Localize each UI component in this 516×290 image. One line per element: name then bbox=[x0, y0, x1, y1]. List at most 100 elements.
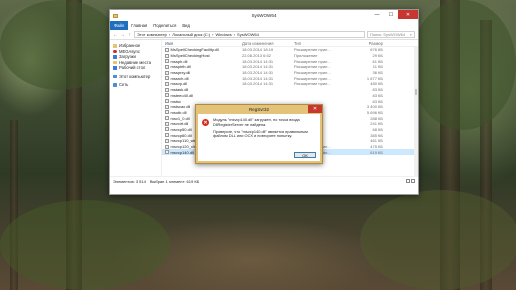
file-icon bbox=[165, 138, 169, 143]
file-name-text: mssvp.dll bbox=[170, 81, 188, 87]
file-icon bbox=[165, 53, 169, 58]
forward-arrow-icon[interactable]: → bbox=[120, 32, 125, 38]
star-icon bbox=[113, 44, 117, 48]
file-icon bbox=[165, 150, 169, 155]
tab-home[interactable]: Главная bbox=[128, 23, 150, 28]
close-button[interactable]: ✕ bbox=[398, 10, 418, 19]
address-bar: ← → ↑ Этот компьютер › Локальный диск (C… bbox=[110, 30, 418, 40]
file-name-text: msvcp140.dll bbox=[170, 149, 194, 155]
file-icon bbox=[165, 99, 169, 104]
breadcrumb-item[interactable]: SysWOW64 bbox=[237, 32, 259, 37]
search-input[interactable]: Поиск: SysWOW64 ⌕ bbox=[367, 31, 415, 38]
file-name: mssrch.dll bbox=[162, 76, 242, 81]
file-row[interactable]: MsSpellCheckingFacility.dll 18.03.2014 18… bbox=[162, 47, 418, 53]
file-name-text: mstsc bbox=[170, 98, 181, 104]
file-date: 18.03.2014 14:31 bbox=[242, 64, 274, 70]
recent-places-icon bbox=[113, 60, 117, 64]
up-arrow-icon[interactable]: ↑ bbox=[127, 32, 132, 38]
minimize-button[interactable]: — bbox=[370, 10, 384, 19]
ribbon-tabs: Файл Главная Поделиться Вид bbox=[110, 21, 418, 30]
file-icon bbox=[165, 110, 169, 115]
file-name-text: mssprxy.dll bbox=[170, 70, 191, 76]
dialog-body: ✕ Модуль "msvcp140.dll" загружен, но точ… bbox=[198, 114, 320, 161]
file-row[interactable]: mssphtb.dll 18.03.2014 14:31 Расширение пр… bbox=[162, 64, 418, 70]
breadcrumb-item[interactable]: Windows bbox=[215, 32, 231, 37]
title-bar[interactable]: SysWOW64 — ☐ ✕ bbox=[110, 10, 418, 21]
column-header-date[interactable]: Дата изменения bbox=[242, 41, 294, 46]
file-type: Расширение прил... bbox=[294, 70, 331, 76]
file-icon bbox=[165, 144, 169, 149]
file-size: 461 КБ bbox=[370, 138, 383, 144]
column-header-size[interactable]: Размер bbox=[344, 41, 386, 46]
file-size: 5 696 КБ bbox=[366, 109, 383, 115]
file-size: 83 КБ bbox=[372, 92, 383, 98]
file-name-text: mssph.dll bbox=[170, 58, 188, 64]
column-header-type[interactable]: Тип bbox=[294, 41, 344, 46]
file-row[interactable]: mssvp.dll 18.03.2014 14:31 Расширение прил… bbox=[162, 81, 418, 87]
breadcrumb[interactable]: Этот компьютер › Локальный диск (C:) › W… bbox=[134, 31, 365, 38]
dialog-close-button[interactable]: ✕ bbox=[308, 105, 322, 113]
file-date: 18.03.2014 14:31 bbox=[242, 81, 274, 87]
file-icon bbox=[165, 81, 169, 86]
file-size: 29 КБ bbox=[372, 53, 383, 59]
explorer-window: SysWOW64 — ☐ ✕ Файл Главная Поделиться В… bbox=[109, 9, 419, 195]
selection-info: Выбран 1 элемент: 619 КБ bbox=[149, 178, 200, 184]
nav-item-network[interactable]: Сеть bbox=[110, 82, 161, 88]
tab-file[interactable]: Файл bbox=[110, 21, 129, 30]
breadcrumb-separator: › bbox=[233, 32, 236, 37]
tab-view[interactable]: Вид bbox=[179, 23, 193, 28]
file-date: 18.03.2014 14:31 bbox=[242, 70, 274, 76]
file-icon bbox=[165, 104, 169, 109]
file-size: 288 КБ bbox=[370, 115, 383, 121]
status-bar: Элементов: 3 514 Выбран 1 элемент: 619 К… bbox=[110, 176, 418, 185]
item-count: Элементов: 3 514 bbox=[113, 178, 146, 184]
maximize-button[interactable]: ☐ bbox=[384, 10, 398, 19]
nav-item-label: Избранное bbox=[119, 43, 141, 49]
file-date: 18.03.2014 14:31 bbox=[242, 75, 274, 81]
file-name: MsSpellCheckingFacility.dll bbox=[162, 47, 242, 52]
file-icon bbox=[165, 133, 169, 138]
file-name-text: mstscax.dll bbox=[170, 104, 191, 110]
file-name: mssphtb.dll bbox=[162, 64, 242, 69]
file-size: 241 КБ bbox=[370, 121, 383, 127]
navigation-pane: Избранное MEGAsync Загрузки Недавние мес… bbox=[110, 40, 162, 176]
file-size: 63 КБ bbox=[372, 98, 383, 104]
column-header-name[interactable]: Имя bbox=[162, 41, 242, 46]
file-date: 18.03.2014 18:19 bbox=[242, 47, 274, 53]
breadcrumb-item[interactable]: Этот компьютер bbox=[137, 32, 167, 37]
file-size: 676 КБ bbox=[370, 47, 383, 53]
file-name-text: msv1_0.dll bbox=[170, 115, 190, 121]
column-headers: Имя Дата изменения Тип Размер bbox=[162, 40, 418, 47]
file-name-text: msvcirt.dll bbox=[170, 121, 189, 127]
file-row[interactable]: mssph.dll 18.03.2014 14:31 Расширение прил… bbox=[162, 58, 418, 64]
file-row[interactable]: mssprxy.dll 18.03.2014 14:31 Расширение пр… bbox=[162, 70, 418, 76]
file-size: 83 КБ bbox=[372, 87, 383, 93]
regsvr32-dialog: RegSvr32 ✕ ✕ Модуль "msvcp140.dll" загру… bbox=[195, 104, 323, 164]
file-name-text: mssrch.dll bbox=[170, 75, 189, 81]
file-icon bbox=[165, 93, 169, 98]
file-type: Расширение прил... bbox=[294, 75, 331, 81]
scrollbar-thumb[interactable] bbox=[414, 89, 418, 95]
file-name: mssph.dll bbox=[162, 59, 242, 64]
file-row[interactable]: mssrch.dll 18.03.2014 14:31 Расширение при… bbox=[162, 75, 418, 81]
breadcrumb-separator: › bbox=[212, 32, 214, 37]
file-name: MsSpellCheckingHost bbox=[162, 53, 242, 58]
tab-share[interactable]: Поделиться bbox=[150, 23, 179, 28]
file-name-text: msutb.dll bbox=[170, 109, 187, 115]
file-size: 475 КБ bbox=[370, 144, 383, 150]
dialog-title-bar[interactable]: RegSvr32 ✕ bbox=[196, 105, 322, 114]
file-name-text: msteeo40.dll bbox=[170, 92, 194, 98]
large-icons-view-icon[interactable] bbox=[411, 179, 415, 183]
back-arrow-icon[interactable]: ← bbox=[113, 32, 118, 38]
file-name: mstask.dll bbox=[162, 87, 242, 92]
file-icon bbox=[165, 47, 169, 52]
ok-button[interactable]: ОК bbox=[294, 152, 316, 158]
file-type: Расширение прил... bbox=[294, 81, 331, 87]
file-row[interactable]: MsSpellCheckingHost 22.08.2013 6:52 Прилож… bbox=[162, 53, 418, 59]
file-size: 11 КБ bbox=[372, 64, 383, 70]
details-view-icon[interactable] bbox=[406, 179, 410, 183]
file-type: Приложение bbox=[294, 53, 318, 59]
breadcrumb-item[interactable]: Локальный диск (C:) bbox=[172, 32, 210, 37]
vertical-scrollbar[interactable] bbox=[414, 47, 418, 176]
file-name-text: MsSpellCheckingFacility.dll bbox=[170, 47, 219, 53]
